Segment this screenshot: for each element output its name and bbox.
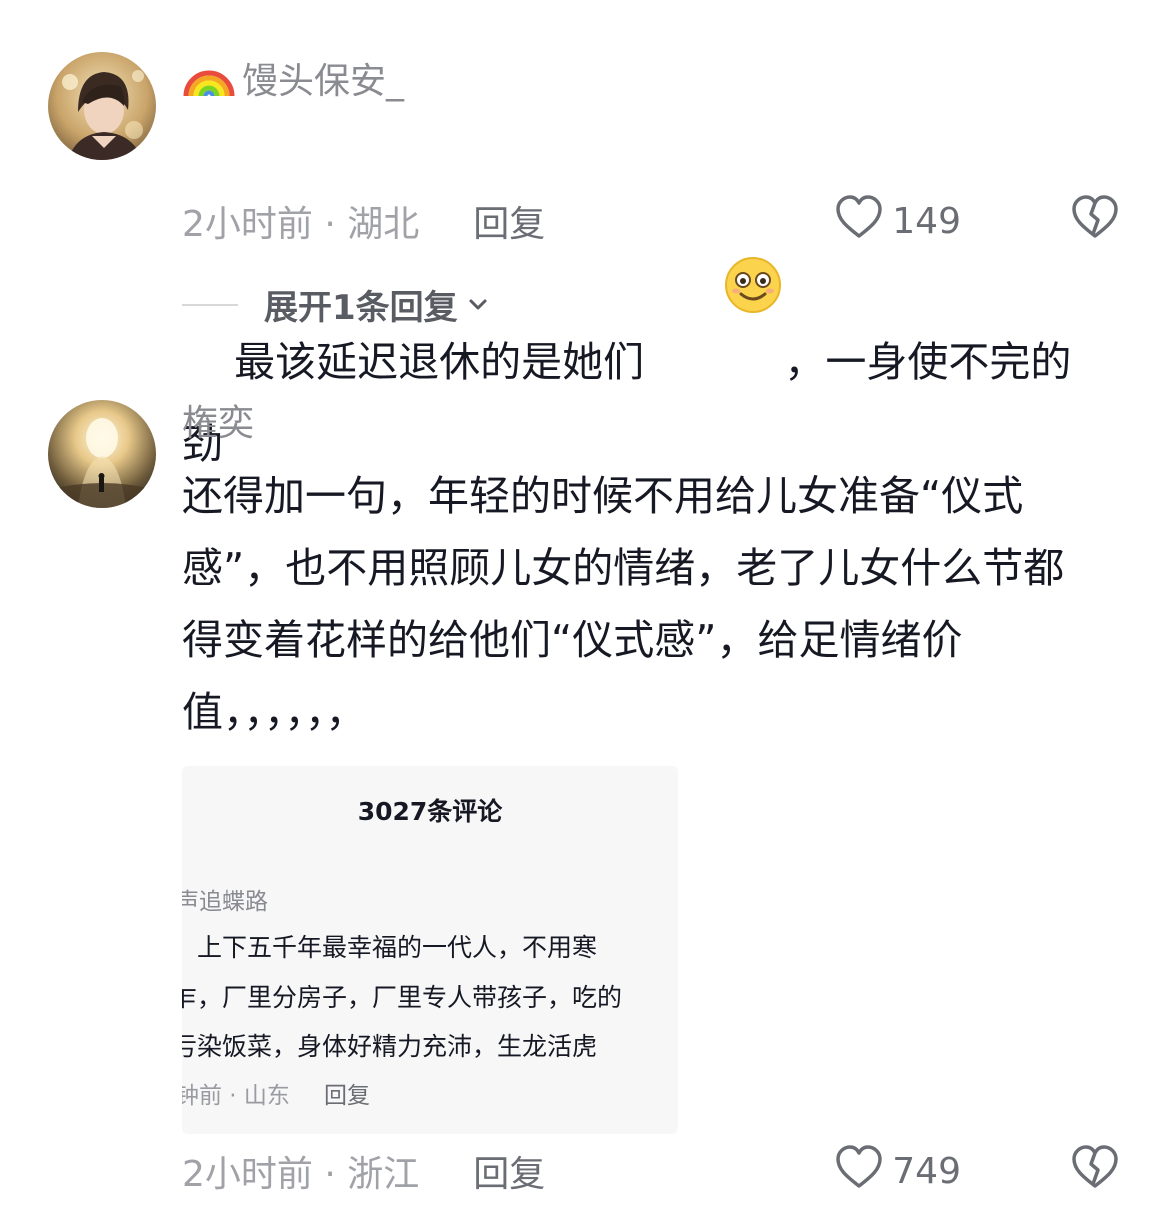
username[interactable]: 権奕: [182, 400, 254, 448]
embed-text-line: ，上下五千年最幸福的一代人，不用寒: [182, 933, 598, 962]
chevron-down-icon: [466, 293, 490, 317]
broken-heart-icon: [1071, 1144, 1119, 1199]
heart-icon: [834, 194, 884, 249]
username[interactable]: 馒头保安_: [182, 52, 404, 111]
embed-title: 3027条评论: [357, 797, 503, 826]
avatar[interactable]: [48, 52, 156, 160]
like-count: 749: [892, 1150, 961, 1192]
like-button[interactable]: 149: [834, 194, 961, 249]
expand-replies[interactable]: 展开1条回复: [182, 280, 490, 329]
broken-heart-icon: [1071, 194, 1119, 249]
embedded-screenshot[interactable]: 3027条评论 声追蝶路 ，上下五千年最幸福的一代人，不用寒 乍，厂里分房子，厂…: [182, 766, 678, 1134]
comment-meta: 2小时前 · 浙江 回复 749: [182, 1144, 1129, 1199]
time-location: 2小时前 · 浙江: [182, 1154, 420, 1195]
embed-username: 声追蝶路: [182, 889, 268, 915]
embed-text-line: 亏染饭菜，身体好精力充沛，生龙活虎: [182, 1032, 598, 1061]
embed-text-line: 乍，厂里分房子，厂里专人带孩子，吃的: [182, 983, 623, 1012]
like-button[interactable]: 749: [834, 1144, 961, 1199]
embed-time-location: 钟前 · 山东: [182, 1083, 290, 1109]
avatar[interactable]: [48, 400, 156, 508]
dislike-button[interactable]: [1071, 1144, 1119, 1199]
embed-meta: 钟前 · 山东 回复: [182, 1076, 370, 1110]
time-location: 2小时前 · 湖北: [182, 204, 420, 245]
reply-button[interactable]: 回复: [473, 1145, 545, 1197]
like-count: 149: [892, 200, 961, 242]
heart-icon: [834, 1144, 884, 1199]
rainbow-icon: [182, 52, 236, 111]
comment-text: 还得加一句，年轻的时候不用给儿女准备“仪式感”，也不用照顾儿女的情绪，老了儿女什…: [182, 472, 1065, 736]
username-text: 権奕: [182, 403, 255, 444]
divider-line: [182, 303, 238, 306]
embed-reply: 回复: [323, 1083, 370, 1109]
expand-replies-label: 展开1条回复: [264, 288, 458, 328]
reply-button[interactable]: 回复: [473, 195, 545, 247]
dislike-button[interactable]: [1071, 194, 1119, 249]
comment-text-part: 最该延迟退休的是她们: [234, 338, 645, 386]
username-text: 馒头保安_: [242, 60, 405, 102]
comment-meta: 2小时前 · 湖北 回复 149: [182, 194, 1129, 249]
